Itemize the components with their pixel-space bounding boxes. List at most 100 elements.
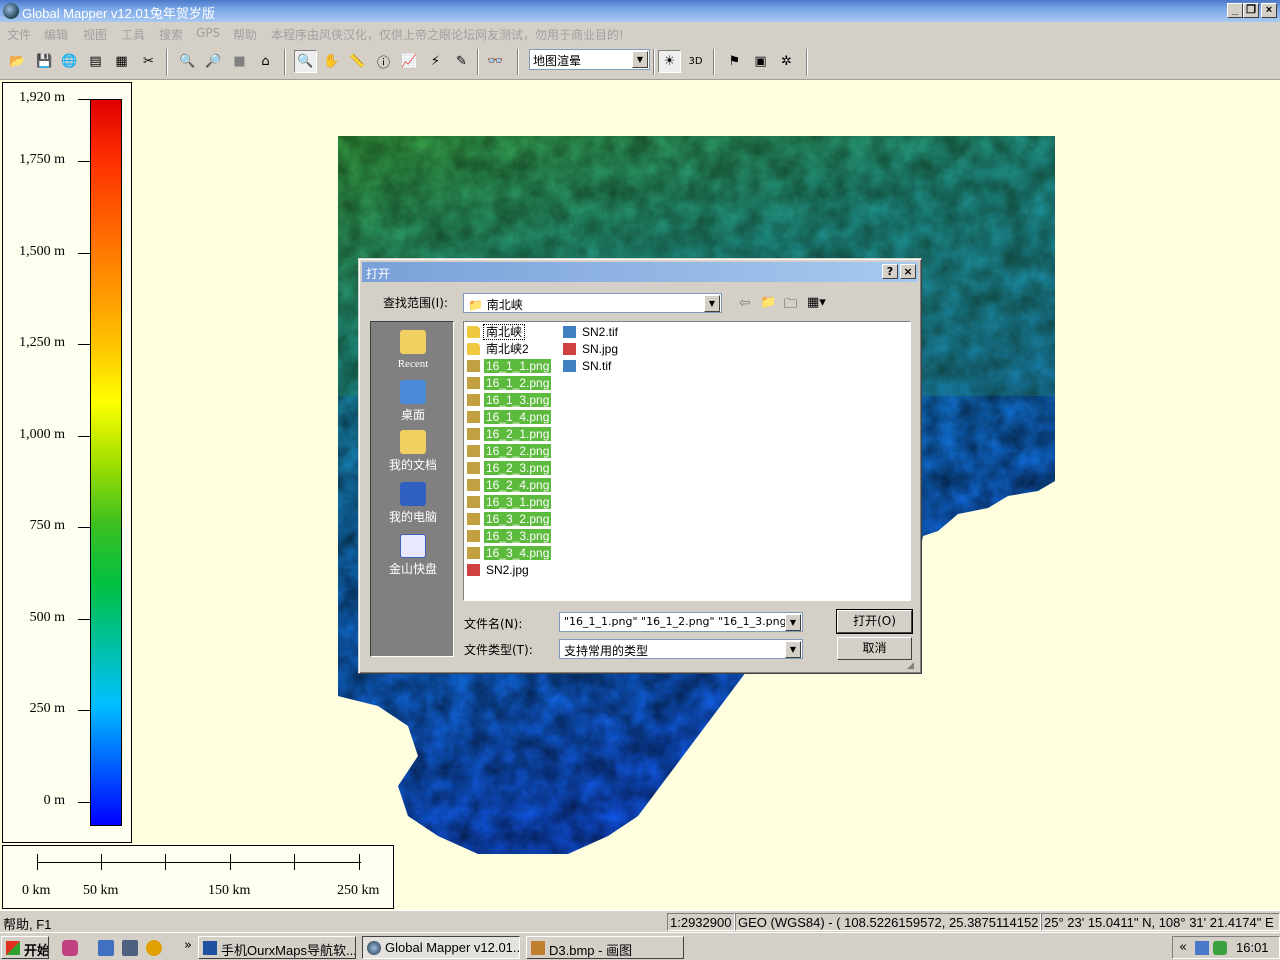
back-icon[interactable]: ⇦	[739, 295, 751, 311]
file-item[interactable]: 16_2_4.png	[465, 477, 552, 493]
file-item[interactable]: 16_3_2.png	[465, 511, 552, 527]
network-icon[interactable]	[1195, 941, 1209, 955]
new-folder-icon[interactable]: 🗀	[784, 295, 797, 317]
open-folder-icon[interactable]: 📂	[6, 50, 29, 73]
image-file-icon	[467, 479, 480, 491]
file-item[interactable]: 16_2_1.png	[465, 426, 552, 442]
place-desktop[interactable]: 桌面	[371, 380, 455, 423]
shield-icon[interactable]	[1213, 941, 1227, 955]
layers-2-icon[interactable]: ▣	[749, 50, 772, 73]
draw-line-icon[interactable]: ✎	[450, 50, 473, 73]
status-bar: 帮助, F1 1:2932900 GEO (WGS84) - ( 108.522…	[0, 910, 1280, 932]
minimize-button[interactable]: _	[1227, 3, 1243, 18]
resize-grip-icon[interactable]: ◢	[907, 661, 914, 671]
task-paint[interactable]: D3.bmp - 画图	[526, 936, 684, 959]
task-ourxmaps[interactable]: 手机OurxMaps导航软...	[198, 936, 356, 959]
zoom-tool-icon[interactable]: 🔍	[294, 50, 317, 73]
place-recent[interactable]: Recent	[371, 330, 455, 370]
app-shortcut-icon[interactable]	[146, 940, 162, 956]
file-item[interactable]: SN.jpg	[561, 341, 620, 357]
menu-search[interactable]: 搜索	[159, 26, 183, 43]
file-item[interactable]: SN2.jpg	[465, 562, 531, 578]
up-folder-icon[interactable]: 📁	[760, 295, 776, 310]
filetype-select[interactable]: 支持常用的类型 ▼	[559, 639, 803, 659]
measure-icon[interactable]: 📏	[346, 50, 369, 73]
render-mode-select[interactable]: 地图渲晕 ▼	[529, 49, 650, 70]
tower-icon[interactable]: ⚡	[424, 50, 447, 73]
menu-notice: 本程序由风侠汉化，仅供上帝之眼论坛网友测试，勿用于商业目的!	[271, 28, 624, 42]
menu-gps[interactable]: GPS	[196, 26, 220, 40]
globe-icon[interactable]: 🌐	[58, 50, 81, 73]
tray-expand-icon[interactable]: «	[1179, 940, 1187, 955]
menu-tools[interactable]: 工具	[121, 26, 145, 43]
file-item[interactable]: SN2.tif	[561, 324, 620, 340]
restore-button[interactable]: ❐	[1243, 3, 1259, 18]
tools-icon[interactable]: ✂	[137, 50, 160, 73]
close-button[interactable]: ×	[1261, 3, 1277, 18]
menu-file[interactable]: 文件	[7, 26, 31, 43]
file-item[interactable]: 16_1_2.png	[465, 375, 552, 391]
image-file-icon	[467, 445, 480, 457]
file-name: 16_1_4.png	[484, 410, 552, 424]
full-view-icon[interactable]: ■	[228, 50, 251, 73]
place-my-computer[interactable]: 我的电脑	[371, 482, 455, 525]
menu-help[interactable]: 帮助	[233, 26, 257, 43]
file-item[interactable]: 南北峡2	[465, 341, 531, 357]
image-file-icon	[467, 462, 480, 474]
image-file-icon	[467, 428, 480, 440]
file-item[interactable]: 16_3_1.png	[465, 494, 552, 510]
help-status: 帮助, F1	[3, 917, 52, 932]
3d-view-icon[interactable]: 3D	[684, 50, 707, 73]
digitize-icon[interactable]: ⚑	[723, 50, 746, 73]
more-shortcuts-icon[interactable]: »	[184, 938, 192, 953]
file-item[interactable]: 16_1_1.png	[465, 358, 552, 374]
open-button[interactable]: 打开(O)	[836, 609, 913, 634]
file-item[interactable]: 16_2_2.png	[465, 443, 552, 459]
ie-icon[interactable]	[98, 940, 114, 956]
file-item[interactable]: SN.tif	[561, 358, 613, 374]
menu-view[interactable]: 视图	[83, 26, 107, 43]
legend-label: 0 m	[43, 793, 65, 809]
look-in-label: 查找范围(I):	[383, 296, 448, 310]
desktop-icon[interactable]	[122, 940, 138, 956]
windows-logo-icon	[6, 941, 20, 955]
place-kuaipan[interactable]: 金山快盘	[371, 534, 455, 577]
start-button[interactable]: 开始	[1, 936, 49, 959]
look-in-select[interactable]: 📁 南北峡 ▼	[463, 293, 722, 313]
zoom-in-icon[interactable]: 🔍	[176, 50, 199, 73]
help-button[interactable]: ?	[882, 264, 898, 279]
coordinates-status: 25° 23' 15.0411" N, 108° 31' 21.4174" E	[1041, 913, 1280, 931]
place-my-documents[interactable]: 我的文档	[371, 430, 455, 473]
feature-icon[interactable]: ✲	[775, 50, 798, 73]
view-menu-icon[interactable]: ▦▾	[807, 295, 826, 310]
zoom-out-icon[interactable]: 🔎	[202, 50, 225, 73]
file-item[interactable]: 16_3_3.png	[465, 528, 552, 544]
binoculars-icon[interactable]: 👓	[484, 50, 507, 73]
file-item[interactable]: 16_1_4.png	[465, 409, 552, 425]
filename-input[interactable]: "16_1_1.png" "16_1_2.png" "16_1_3.png" ▼	[559, 612, 803, 632]
file-item[interactable]: 16_3_4.png	[465, 545, 552, 561]
pan-hand-icon[interactable]: ✋	[320, 50, 343, 73]
open-file-dialog: 打开 ? × 查找范围(I): 📁 南北峡 ▼ ⇦ 📁 🗀 ▦▾ Recent …	[358, 258, 922, 674]
file-item[interactable]: 南北峡	[465, 324, 526, 340]
image-file-icon	[467, 547, 480, 559]
save-icon[interactable]: 💾	[33, 50, 56, 73]
cancel-button[interactable]: 取消	[837, 637, 912, 660]
chevron-down-icon[interactable]: ▼	[785, 614, 801, 631]
config-icon[interactable]: ▦	[110, 50, 133, 73]
elevation-color-bar	[90, 99, 122, 826]
quicklaunch-icon[interactable]	[62, 940, 78, 956]
file-item[interactable]: 16_2_3.png	[465, 460, 552, 476]
close-button[interactable]: ×	[900, 264, 916, 279]
task-global-mapper[interactable]: Global Mapper v12.01...	[362, 936, 520, 959]
menu-edit[interactable]: 编辑	[44, 26, 68, 43]
file-item[interactable]: 16_1_3.png	[465, 392, 552, 408]
layers-icon[interactable]: ▤	[84, 50, 107, 73]
file-name: 南北峡	[482, 324, 526, 340]
shader-icon[interactable]: ☀	[658, 50, 681, 73]
path-profile-icon[interactable]: 📈	[398, 50, 421, 73]
scale-label: 150 km	[208, 883, 251, 898]
home-icon[interactable]: ⌂	[254, 50, 277, 73]
file-list[interactable]: 南北峡 南北峡2 16_1_1.png 16_1_2.png 16_1_3.png 16_…	[463, 321, 911, 601]
info-globe-icon[interactable]: ⓘ	[372, 50, 395, 73]
